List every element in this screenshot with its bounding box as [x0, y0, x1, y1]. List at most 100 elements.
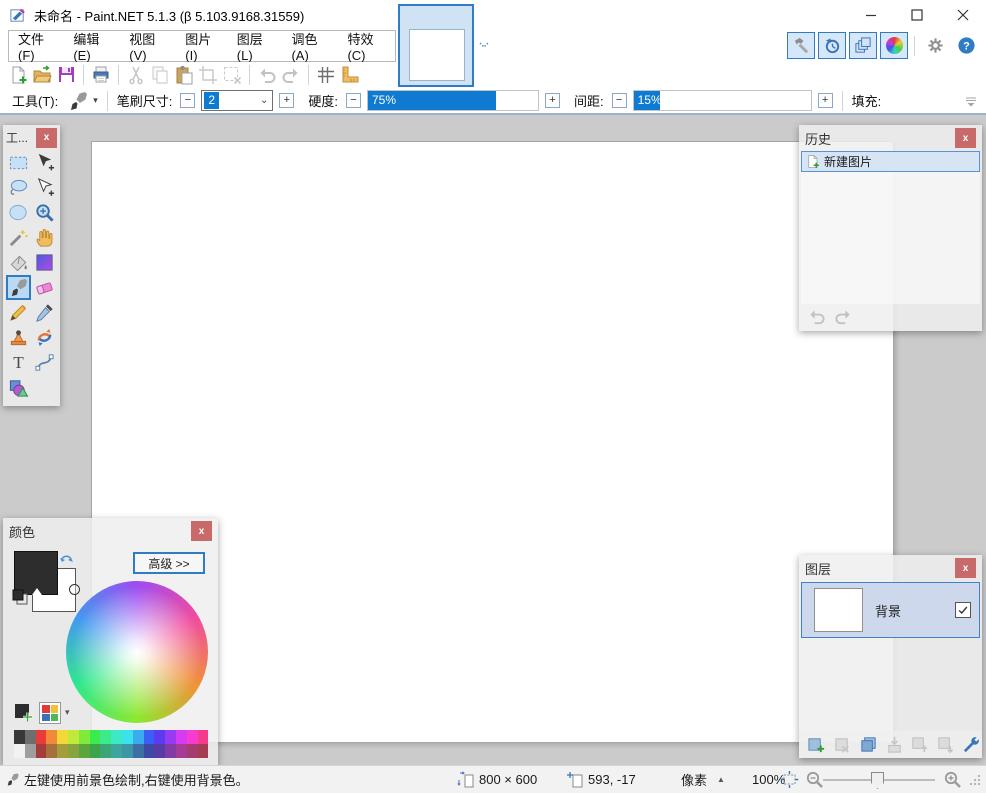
palette-swatch[interactable]: [57, 744, 68, 758]
layer-properties-button[interactable]: [961, 734, 982, 755]
palette-swatch[interactable]: [46, 730, 57, 744]
palette-swatch[interactable]: [122, 730, 133, 744]
zoom-in-button[interactable]: [943, 766, 962, 793]
hardness-decrement[interactable]: −: [346, 93, 361, 108]
duplicate-layer-button[interactable]: [858, 734, 879, 755]
resize-grip[interactable]: [968, 766, 982, 793]
history-redo-button[interactable]: [834, 307, 853, 329]
palette-swatch[interactable]: [14, 744, 25, 758]
palette-swatch[interactable]: [144, 744, 155, 758]
palette-swatch[interactable]: [14, 730, 25, 744]
menu-item-2[interactable]: 视图(V): [120, 33, 176, 59]
menu-item-1[interactable]: 编辑(E): [64, 33, 120, 59]
colors-panel-close-button[interactable]: x: [191, 521, 212, 541]
palette-swatch[interactable]: [68, 744, 79, 758]
tool-zoom[interactable]: [32, 200, 57, 225]
layer-item[interactable]: 背景: [801, 582, 980, 638]
new-file-button[interactable]: [6, 63, 30, 87]
print-button[interactable]: [89, 63, 113, 87]
settings-button[interactable]: [921, 32, 949, 59]
menu-item-4[interactable]: 图层(L): [228, 33, 283, 59]
tool-rectangle-select[interactable]: [6, 150, 31, 175]
add-layer-button[interactable]: [806, 734, 827, 755]
fg-bg-mini-icon[interactable]: [11, 588, 31, 608]
palette-swatch[interactable]: [79, 744, 90, 758]
move-layer-up-button[interactable]: [909, 734, 930, 755]
palette-swatch[interactable]: [187, 744, 198, 758]
palette-menu-button[interactable]: [39, 702, 61, 724]
history-item[interactable]: 新建图片: [801, 151, 980, 172]
tool-ellipse-select[interactable]: [6, 200, 31, 225]
zoom-slider-thumb[interactable]: [871, 772, 884, 789]
tools-panel-close-button[interactable]: x: [36, 128, 57, 148]
fill-dropdown[interactable]: [964, 94, 978, 108]
tool-recolor[interactable]: [32, 325, 57, 350]
tool-lasso-select[interactable]: [6, 175, 31, 200]
hardness-slider[interactable]: 75%: [367, 90, 539, 111]
history-toggle-button[interactable]: [818, 32, 846, 59]
delete-layer-button[interactable]: [832, 734, 853, 755]
tool-shapes[interactable]: [6, 375, 31, 400]
tool-clone-stamp[interactable]: [6, 325, 31, 350]
deselect-button[interactable]: [220, 63, 244, 87]
add-color-button[interactable]: [13, 702, 35, 724]
palette-swatch[interactable]: [90, 744, 101, 758]
tool-pan[interactable]: [32, 225, 57, 250]
tool-move-selected-pixels[interactable]: [32, 150, 57, 175]
menu-item-6[interactable]: 特效(C): [338, 33, 395, 59]
palette-swatch[interactable]: [57, 730, 68, 744]
palette-swatch[interactable]: [111, 744, 122, 758]
layers-panel-close-button[interactable]: x: [955, 558, 976, 578]
move-layer-down-button[interactable]: [935, 734, 956, 755]
image-list-active-thumbnail[interactable]: [398, 4, 474, 87]
active-tool-button[interactable]: [66, 90, 90, 112]
palette-menu-caret[interactable]: ▾: [65, 707, 70, 718]
color-wheel[interactable]: [66, 581, 208, 723]
tool-line-curve[interactable]: [32, 350, 57, 375]
minimize-button[interactable]: [848, 0, 894, 30]
palette-swatch[interactable]: [25, 744, 36, 758]
zoom-to-window-button[interactable]: [780, 766, 799, 793]
paste-button[interactable]: [172, 63, 196, 87]
palette-swatch[interactable]: [187, 730, 198, 744]
palette-swatch[interactable]: [133, 744, 144, 758]
hardness-increment[interactable]: +: [545, 93, 560, 108]
tool-eraser[interactable]: [32, 275, 57, 300]
spacing-increment[interactable]: +: [818, 93, 833, 108]
layer-visibility-checkbox[interactable]: [955, 602, 971, 618]
ruler-button[interactable]: [338, 63, 362, 87]
layers-toggle-button[interactable]: [849, 32, 877, 59]
palette-swatch[interactable]: [165, 730, 176, 744]
menu-item-0[interactable]: 文件(F): [9, 33, 64, 59]
palette-swatch[interactable]: [79, 730, 90, 744]
grid-button[interactable]: [314, 63, 338, 87]
close-button[interactable]: [940, 0, 986, 30]
palette-swatch[interactable]: [154, 730, 165, 744]
tools-toggle-button[interactable]: [787, 32, 815, 59]
palette-swatch[interactable]: [25, 730, 36, 744]
palette-swatch[interactable]: [36, 730, 47, 744]
palette-swatch[interactable]: [165, 744, 176, 758]
palette-swatch[interactable]: [176, 730, 187, 744]
brush-size-increment[interactable]: +: [279, 93, 294, 108]
history-panel-close-button[interactable]: x: [955, 128, 976, 148]
palette-swatch[interactable]: [198, 744, 209, 758]
redo-button[interactable]: [279, 63, 303, 87]
active-tool-dropdown[interactable]: ▾: [93, 95, 98, 106]
palette-swatch[interactable]: [36, 744, 47, 758]
undo-button[interactable]: [255, 63, 279, 87]
palette-swatch[interactable]: [144, 730, 155, 744]
tool-magic-wand[interactable]: [6, 225, 31, 250]
advanced-colors-button[interactable]: 高级 >>: [133, 552, 205, 574]
tool-move-selection[interactable]: [32, 175, 57, 200]
palette-swatch[interactable]: [100, 744, 111, 758]
save-button[interactable]: [54, 63, 78, 87]
spacing-decrement[interactable]: −: [612, 93, 627, 108]
menu-item-3[interactable]: 图片(I): [176, 33, 228, 59]
zoom-out-button[interactable]: [805, 766, 824, 793]
copy-button[interactable]: [148, 63, 172, 87]
palette-swatch[interactable]: [176, 744, 187, 758]
brush-size-combo[interactable]: 2 ⌄: [201, 90, 273, 111]
open-button[interactable]: [30, 63, 54, 87]
cut-button[interactable]: [124, 63, 148, 87]
